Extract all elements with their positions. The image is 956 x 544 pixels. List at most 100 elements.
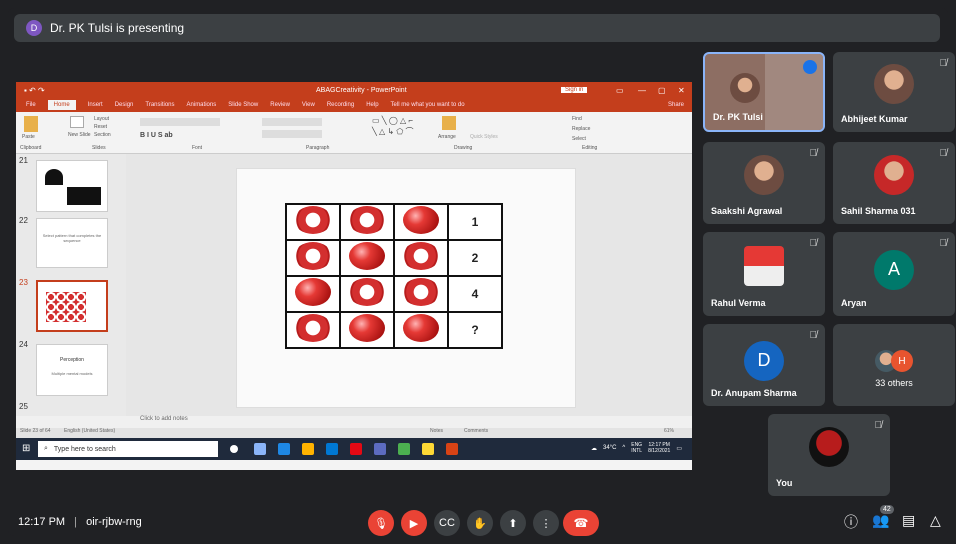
notes-pane[interactable]: Click to add notes xyxy=(16,416,692,428)
share-button[interactable]: Share xyxy=(668,102,684,108)
menu-help[interactable]: Help xyxy=(366,102,378,108)
edge-icon[interactable] xyxy=(278,443,290,455)
group-font: Font xyxy=(192,145,203,151)
find-button[interactable]: Find xyxy=(572,116,582,122)
tell-me-search[interactable]: Tell me what you want to do xyxy=(391,102,465,108)
activities-icon[interactable]: △ xyxy=(930,512,941,529)
more-options-icon[interactable]: ⋮ xyxy=(533,510,559,536)
zoom-level[interactable]: 61% xyxy=(664,428,674,434)
participant-tile[interactable]: 🎙̸ Sahil Sharma 031 xyxy=(833,142,955,224)
chat-icon[interactable]: ▤ xyxy=(902,512,915,529)
chrome-icon[interactable] xyxy=(398,443,410,455)
leave-call-button[interactable]: ☎ xyxy=(563,510,599,536)
menu-animations[interactable]: Animations xyxy=(187,102,217,108)
mic-toggle-icon[interactable]: 🎙 xyxy=(368,510,394,536)
presenter-avatar: D xyxy=(26,20,42,36)
new-slide-icon[interactable] xyxy=(70,116,84,128)
mic-off-icon: 🎙̸ xyxy=(809,330,818,341)
arrange-icon[interactable] xyxy=(442,116,456,130)
comments-button[interactable]: Comments xyxy=(464,428,488,434)
select-button[interactable]: Select xyxy=(572,136,586,142)
teams-icon[interactable] xyxy=(374,443,386,455)
thumb-number: 24 xyxy=(19,340,28,349)
people-icon[interactable]: 👥 xyxy=(872,512,889,529)
slide-thumb-24[interactable]: Perception Multiple mental models xyxy=(36,344,108,396)
windows-start-icon[interactable]: ⊞ xyxy=(22,443,30,454)
slide-thumb-23[interactable] xyxy=(36,280,108,332)
paste-icon[interactable] xyxy=(24,116,38,132)
menu-transitions[interactable]: Transitions xyxy=(145,102,174,108)
sticky-notes-icon[interactable] xyxy=(422,443,434,455)
participant-tile-presenter[interactable]: Dr. PK Tulsi xyxy=(703,52,825,132)
self-tile[interactable]: 🎙̸ You xyxy=(768,414,890,496)
windows-taskbar: ⊞ ⌕ Type here to search ☁ 34°C ^ ENG INT… xyxy=(16,438,692,460)
meeting-time: 12:17 PM xyxy=(18,516,66,528)
presenting-banner: D Dr. PK Tulsi is presenting xyxy=(14,14,940,42)
slide-thumb-21[interactable] xyxy=(36,160,108,212)
taskbar-search-placeholder: Type here to search xyxy=(53,445,116,453)
participant-tile[interactable]: 🎙̸ A Aryan xyxy=(833,232,955,316)
current-slide[interactable]: 1 2 4 ? xyxy=(236,168,576,408)
shapes-gallery-icon[interactable]: ▭ ╲ ◯ △ ⌐ xyxy=(372,116,413,125)
ribbon-display-icon[interactable]: ▭ xyxy=(616,86,624,95)
store-icon[interactable] xyxy=(326,443,338,455)
menu-view[interactable]: View xyxy=(302,102,315,108)
shapes-gallery-icon-2[interactable]: ╲ △ ↳ ⬠ ⌒ xyxy=(372,126,414,137)
reset-button[interactable]: Reset xyxy=(94,124,107,130)
participant-tile[interactable]: 🎙̸ Rahul Verma xyxy=(703,232,825,316)
section-button[interactable]: Section xyxy=(94,132,111,138)
paragraph-controls[interactable] xyxy=(262,118,322,126)
slide-thumb-22[interactable]: Select pattern that completes the sequen… xyxy=(36,218,108,268)
participant-tile[interactable]: 🎙̸ D Dr. Anupam Sharma xyxy=(703,324,825,406)
taskbar-date: 8/12/2021 xyxy=(648,448,671,454)
notes-button[interactable]: Notes xyxy=(430,428,443,434)
file-explorer-icon[interactable] xyxy=(302,443,314,455)
replace-button[interactable]: Replace xyxy=(572,126,590,132)
others-tile[interactable]: H 33 others xyxy=(833,324,955,406)
layout-button[interactable]: Layout xyxy=(94,116,109,122)
document-title: ABAGCreativity - PowerPoint xyxy=(316,86,407,94)
minimize-icon[interactable]: — xyxy=(638,86,646,95)
tray-chevron-icon[interactable]: ^ xyxy=(622,445,625,451)
menu-insert[interactable]: Insert xyxy=(88,102,103,108)
taskbar-clock[interactable]: 12:17 PM 8/12/2021 xyxy=(648,442,670,454)
menu-file[interactable]: File xyxy=(26,102,36,108)
grid-number: 4 xyxy=(471,287,479,301)
alignment-controls[interactable] xyxy=(262,130,322,138)
present-screen-icon[interactable]: ⬆ xyxy=(500,510,526,536)
group-drawing: Drawing xyxy=(454,145,473,151)
sign-in-button[interactable]: Sign in xyxy=(561,87,588,93)
meeting-code: oir-rjbw-rng xyxy=(86,516,142,528)
font-format-icons[interactable]: B I U S ab xyxy=(140,132,173,139)
raise-hand-icon[interactable]: ✋ xyxy=(467,510,493,536)
netflix-icon[interactable] xyxy=(350,443,362,455)
meeting-details-icon[interactable]: ⓘ xyxy=(844,512,858,532)
menu-design[interactable]: Design xyxy=(115,102,134,108)
slide-thumbnails: 21 22 Select pattern that completes the … xyxy=(16,154,126,416)
participant-tile[interactable]: 🎙̸ Saakshi Agrawal xyxy=(703,142,825,224)
powerpoint-workarea: 21 22 Select pattern that completes the … xyxy=(16,154,692,416)
font-selector[interactable] xyxy=(140,118,220,126)
notification-icon[interactable]: ▭ xyxy=(676,445,682,452)
participant-photo xyxy=(730,73,760,104)
participant-tile[interactable]: 🎙̸ Abhijeet Kumar xyxy=(833,52,955,132)
cortana-icon[interactable] xyxy=(230,445,238,453)
system-tray: ☁ 34°C ^ ENG INTL 12:17 PM 8/12/2021 ▭ xyxy=(591,442,682,454)
taskbar-search[interactable]: ⌕ Type here to search xyxy=(38,441,218,457)
menu-review[interactable]: Review xyxy=(270,102,290,108)
close-icon[interactable]: ✕ xyxy=(678,86,685,95)
task-view-icon[interactable] xyxy=(254,443,266,455)
powerpoint-icon[interactable] xyxy=(446,443,458,455)
separator: | xyxy=(74,516,78,528)
camera-toggle-icon[interactable]: ▶ xyxy=(401,510,427,536)
menu-slideshow[interactable]: Slide Show xyxy=(228,102,258,108)
menu-recording[interactable]: Recording xyxy=(327,102,354,108)
quick-styles-label[interactable]: Quick Styles xyxy=(470,134,498,140)
language-indicator[interactable]: ENG INTL xyxy=(631,442,642,454)
menu-home[interactable]: Home xyxy=(47,100,76,110)
maximize-icon[interactable]: ▢ xyxy=(658,86,666,95)
thumb-number: 25 xyxy=(19,402,28,411)
participant-name: Abhijeet Kumar xyxy=(841,114,908,124)
participant-name: Dr. PK Tulsi xyxy=(713,112,763,122)
captions-icon[interactable]: CC xyxy=(434,510,460,536)
